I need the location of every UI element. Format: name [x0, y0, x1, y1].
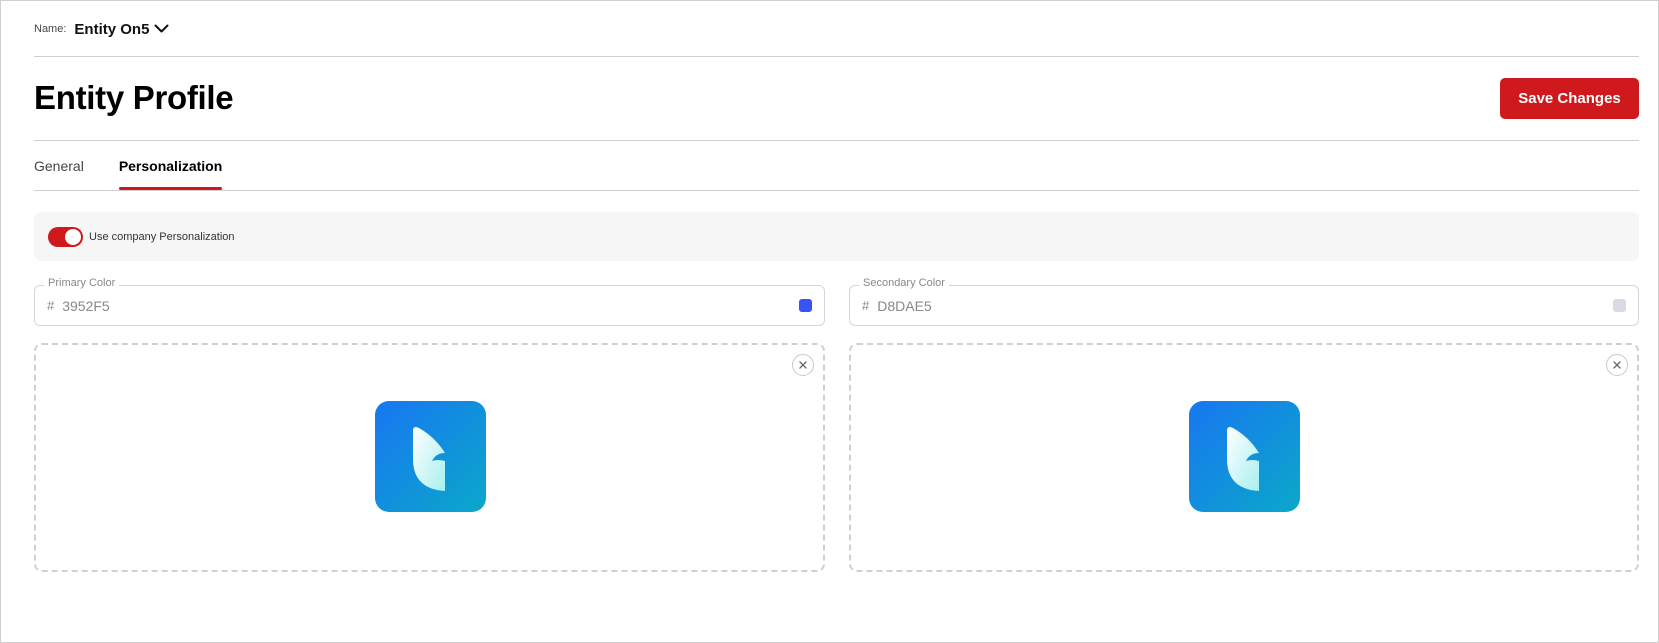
primary-color-value[interactable]: 3952F5: [62, 298, 799, 314]
entity-selector[interactable]: Name: Entity On5: [34, 19, 169, 39]
save-changes-button[interactable]: Save Changes: [1500, 78, 1639, 119]
secondary-color-label: Secondary Color: [859, 277, 949, 289]
tab-bar: General Personalization: [34, 154, 257, 190]
entity-name-value[interactable]: Entity On5: [74, 21, 149, 38]
page-frame: Name: Entity On5 Entity Profile Save Cha…: [0, 0, 1659, 643]
secondary-color-value[interactable]: D8DAE5: [877, 298, 1613, 314]
hash-prefix: #: [47, 298, 55, 313]
app-logo-icon: [1189, 401, 1300, 512]
chevron-down-icon[interactable]: [154, 24, 169, 34]
primary-color-swatch[interactable]: [799, 299, 812, 312]
primary-color-field[interactable]: Primary Color # 3952F5: [34, 277, 825, 326]
app-logo-icon: [374, 401, 486, 512]
divider: [34, 56, 1639, 57]
close-icon[interactable]: [1606, 354, 1628, 376]
secondary-color-swatch[interactable]: [1613, 299, 1626, 312]
company-personalization-toggle[interactable]: [48, 226, 83, 247]
hash-prefix: #: [862, 298, 870, 313]
page-title: Entity Profile: [34, 79, 234, 116]
secondary-logo-dropzone[interactable]: [849, 343, 1639, 572]
secondary-color-field[interactable]: Secondary Color # D8DAE5: [849, 277, 1639, 326]
divider: [34, 190, 1639, 191]
close-icon[interactable]: [792, 354, 814, 376]
primary-color-label: Primary Color: [44, 277, 120, 289]
tab-general[interactable]: General: [34, 154, 84, 190]
toggle-label: Use company Personalization: [89, 230, 235, 243]
primary-logo-dropzone[interactable]: [34, 343, 825, 572]
tab-personalization[interactable]: Personalization: [118, 154, 223, 190]
divider: [34, 140, 1639, 141]
toggle-knob: [65, 228, 81, 245]
company-personalization-card: Use company Personalization: [34, 212, 1639, 261]
name-label: Name:: [34, 23, 67, 35]
